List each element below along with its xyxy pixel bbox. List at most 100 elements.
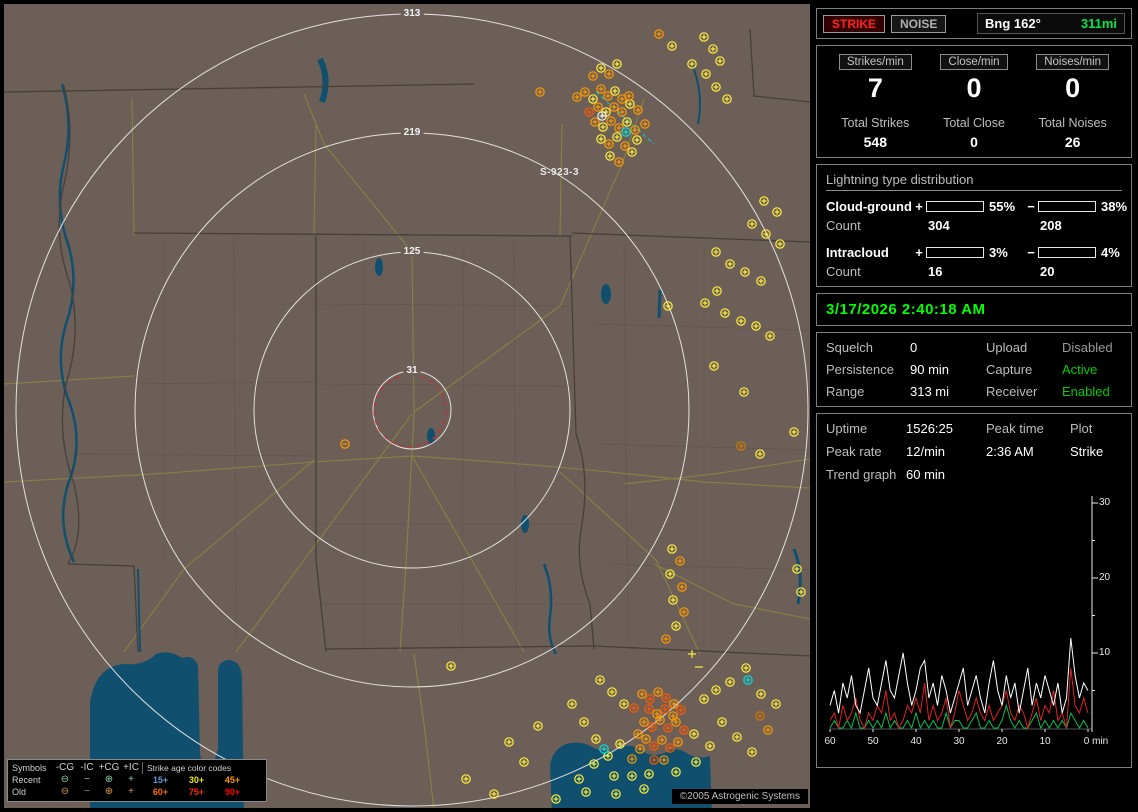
legend-row-old: Old bbox=[12, 787, 27, 797]
plot-label: Plot bbox=[1070, 421, 1093, 436]
uptime-label: Uptime bbox=[826, 421, 868, 436]
trend-graph: 30 20 10 60 50 40 30 20 10 0 min bbox=[824, 492, 1122, 760]
ic-plus-pct: 3% bbox=[989, 245, 1008, 260]
strikes-per-min-value: 7 bbox=[867, 73, 883, 103]
circled-plus-icon: ⊕ bbox=[104, 774, 114, 785]
trend-x-tick: 50 bbox=[867, 736, 879, 747]
legend-col-ncg: -CG bbox=[55, 762, 75, 773]
trend-x-tick: 40 bbox=[910, 736, 922, 747]
plus-icon: + bbox=[915, 245, 923, 260]
peak-time-value: 2:36 AM bbox=[986, 444, 1034, 459]
age-75: 75+ bbox=[188, 787, 205, 797]
total-close-label: Total Close bbox=[943, 116, 1005, 130]
bearing-label: Bng 162° bbox=[985, 16, 1041, 31]
age-90: 90+ bbox=[224, 787, 241, 797]
trend-x-tick: 0 min bbox=[1083, 736, 1109, 747]
intracloud-label: Intracloud bbox=[826, 245, 889, 260]
minus-icon: − bbox=[84, 786, 90, 797]
settings-state-0: Disabled bbox=[1062, 340, 1113, 355]
legend-col-pic: +IC bbox=[123, 762, 139, 773]
ic-minus-pct: 4% bbox=[1101, 245, 1120, 260]
datetime-panel: 3/17/2026 2:40:18 AM bbox=[816, 293, 1132, 326]
age-45: 45+ bbox=[224, 775, 241, 785]
range-value: 313 mi bbox=[910, 384, 950, 399]
cg-count-label: Count bbox=[826, 218, 861, 233]
close-per-min-label: Close/min bbox=[940, 54, 1008, 70]
strikes-per-min-label: Strikes/min bbox=[838, 54, 912, 70]
circled-plus-icon: ⊕ bbox=[104, 786, 114, 797]
squelch-label: Squelch bbox=[826, 340, 873, 355]
legend-col-nic: -IC bbox=[80, 762, 94, 773]
total-noises-value: 26 bbox=[1064, 134, 1081, 150]
map-legend: Symbols -CG -IC +CG +IC Strike age color… bbox=[7, 759, 267, 802]
ring-label-219: 219 bbox=[400, 127, 424, 138]
distribution-title: Lightning type distribution bbox=[826, 172, 1122, 191]
trend-series-noises bbox=[829, 703, 1089, 730]
trend-x-tick: 20 bbox=[996, 736, 1008, 747]
trend-graph-canvas bbox=[829, 496, 1098, 732]
settings-state-2: Enabled bbox=[1062, 384, 1110, 399]
legend-row-recent: Recent bbox=[12, 775, 41, 785]
capture-label: Capture bbox=[986, 362, 1033, 377]
trend-x-tick: 30 bbox=[953, 736, 965, 747]
trend-x-tick: 10 bbox=[1039, 736, 1051, 747]
age-15: 15+ bbox=[152, 775, 169, 785]
noise-button[interactable]: NOISE bbox=[891, 14, 947, 33]
legend-symbols-header: Symbols bbox=[12, 763, 47, 773]
cg-plus-pct: 55% bbox=[989, 199, 1016, 214]
settings-state-1: Active bbox=[1062, 362, 1098, 377]
radar-map[interactable]: 313 219 125 31 S-923-3 Symbols -CG -IC +… bbox=[4, 4, 810, 808]
minus-icon: − bbox=[1027, 245, 1035, 260]
plus-icon: + bbox=[915, 199, 923, 214]
upload-label: Upload bbox=[986, 340, 1028, 355]
trend-y-tick: 10 bbox=[1099, 647, 1111, 658]
persistence-value: 90 min bbox=[910, 362, 950, 377]
trend-graph-label: Trend graph bbox=[826, 467, 897, 482]
plot-value[interactable]: Strike bbox=[1070, 444, 1122, 459]
ic-plus-count: 16 bbox=[928, 264, 943, 279]
strike-button[interactable]: STRIKE bbox=[823, 14, 886, 33]
trend-series-close bbox=[829, 667, 1089, 730]
bearing-display: Bng 162° 311mi bbox=[977, 13, 1125, 34]
minus-icon: − bbox=[84, 774, 90, 785]
station-label: S-923-3 bbox=[540, 167, 580, 178]
persistence-label: Persistence bbox=[826, 362, 894, 377]
cg-plus-bar bbox=[926, 201, 984, 212]
settings-panel: Squelch 0 Upload Disabled Persistence 90… bbox=[816, 332, 1132, 407]
receiver-label: Receiver bbox=[986, 384, 1038, 399]
cg-minus-count: 208 bbox=[1040, 218, 1062, 233]
total-strikes-value: 548 bbox=[863, 134, 887, 150]
plus-icon: + bbox=[128, 786, 134, 797]
bearing-range: 311mi bbox=[1080, 16, 1117, 31]
sidebar: STRIKE NOISE Bng 162° 311mi Strikes/min … bbox=[816, 8, 1132, 774]
trend-x-tick: 60 bbox=[824, 736, 836, 747]
status-trend-panel: Uptime 1526:25 Peak time Plot Peak rate … bbox=[816, 413, 1132, 768]
peak-rate-value: 12/min bbox=[906, 444, 946, 459]
noises-per-min-label: Noises/min bbox=[1036, 54, 1110, 70]
age-60: 60+ bbox=[152, 787, 169, 797]
distribution-panel: Lightning type distribution Cloud-ground… bbox=[816, 164, 1132, 287]
cg-minus-pct: 38% bbox=[1101, 199, 1128, 214]
cloud-ground-label: Cloud-ground bbox=[826, 199, 912, 214]
squelch-value: 0 bbox=[910, 340, 918, 355]
cg-plus-count: 304 bbox=[928, 218, 950, 233]
close-per-min-value: 0 bbox=[966, 73, 982, 103]
total-noises-label: Total Noises bbox=[1038, 116, 1107, 130]
trend-series-strikes bbox=[829, 637, 1089, 715]
legend-age-header: Strike age color codes bbox=[142, 762, 250, 774]
ic-minus-bar bbox=[1038, 247, 1096, 258]
ring-label-125: 125 bbox=[400, 246, 424, 257]
peak-time-label: Peak time bbox=[986, 421, 1044, 436]
legend-col-pcg: +CG bbox=[98, 762, 120, 773]
circled-minus-icon: ⊖ bbox=[60, 774, 70, 785]
cg-minus-bar bbox=[1038, 201, 1096, 212]
peak-rate-label: Peak rate bbox=[826, 444, 882, 459]
datetime-display: 3/17/2026 2:40:18 AM bbox=[826, 301, 986, 318]
trend-y-tick: 20 bbox=[1099, 572, 1111, 583]
map-canvas bbox=[4, 4, 810, 808]
uptime-value: 1526:25 bbox=[906, 421, 953, 436]
age-30: 30+ bbox=[188, 775, 205, 785]
total-strikes-label: Total Strikes bbox=[841, 116, 910, 130]
rates-panel: Strikes/min Close/min Noises/min 7 0 0 T… bbox=[816, 45, 1132, 158]
circled-minus-icon: ⊖ bbox=[60, 786, 70, 797]
